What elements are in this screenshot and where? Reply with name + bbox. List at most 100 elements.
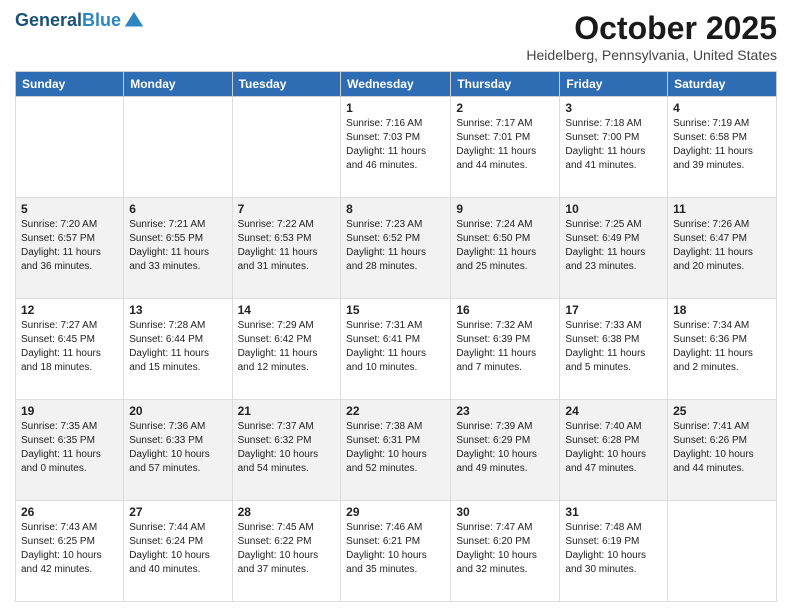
calendar-cell: 15Sunrise: 7:31 AM Sunset: 6:41 PM Dayli…: [341, 299, 451, 400]
logo-icon: [123, 10, 145, 32]
day-number: 22: [346, 404, 445, 418]
day-number: 23: [456, 404, 554, 418]
day-info: Sunrise: 7:27 AM Sunset: 6:45 PM Dayligh…: [21, 319, 118, 375]
calendar-cell: 19 Sunrise: 7:35 AM Sunset: 6:35 PM Dayli…: [16, 400, 124, 501]
calendar-cell: 20Sunrise: 7:36 AM Sunset: 6:33 PM Dayli…: [124, 400, 232, 501]
day-info: Sunrise: 7:40 AM Sunset: 6:28 PM Dayligh…: [565, 420, 662, 476]
weekday-header: Tuesday: [232, 72, 341, 97]
weekday-header: Friday: [560, 72, 668, 97]
logo: GeneralBlue: [15, 10, 145, 32]
calendar-table: SundayMondayTuesdayWednesdayThursdayFrid…: [15, 71, 777, 602]
day-info: Sunrise: 7:21 AM Sunset: 6:55 PM Dayligh…: [129, 218, 226, 274]
day-number: 9: [456, 202, 554, 216]
day-number: 3: [565, 101, 662, 115]
weekday-header: Saturday: [668, 72, 777, 97]
day-number: 8: [346, 202, 445, 216]
day-info: Sunrise: 7:20 AM Sunset: 6:57 PM Dayligh…: [21, 218, 118, 274]
calendar-cell: 14 Sunrise: 7:29 AM Sunset: 6:42 PM Dayli…: [232, 299, 341, 400]
calendar-cell: 2 Sunrise: 7:17 AM Sunset: 7:01 PM Daylig…: [451, 97, 560, 198]
calendar-cell: 29Sunrise: 7:46 AM Sunset: 6:21 PM Dayli…: [341, 501, 451, 602]
calendar-cell: 13Sunrise: 7:28 AM Sunset: 6:44 PM Dayli…: [124, 299, 232, 400]
day-info: Sunrise: 7:48 AM Sunset: 6:19 PM Dayligh…: [565, 521, 662, 577]
calendar-cell: 21 Sunrise: 7:37 AM Sunset: 6:32 PM Dayli…: [232, 400, 341, 501]
calendar-cell: 10 Sunrise: 7:25 AM Sunset: 6:49 PM Dayli…: [560, 198, 668, 299]
day-info: Sunrise: 7:47 AM Sunset: 6:20 PM Dayligh…: [456, 521, 554, 577]
day-number: 6: [129, 202, 226, 216]
header-row: SundayMondayTuesdayWednesdayThursdayFrid…: [16, 72, 777, 97]
calendar-cell: 23Sunrise: 7:39 AM Sunset: 6:29 PM Dayli…: [451, 400, 560, 501]
day-info: Sunrise: 7:34 AM Sunset: 6:36 PM Dayligh…: [673, 319, 771, 375]
calendar-week-row: 12 Sunrise: 7:27 AM Sunset: 6:45 PM Dayli…: [16, 299, 777, 400]
day-number: 21: [238, 404, 336, 418]
calendar-cell: 8 Sunrise: 7:23 AM Sunset: 6:52 PM Daylig…: [341, 198, 451, 299]
day-info: Sunrise: 7:24 AM Sunset: 6:50 PM Dayligh…: [456, 218, 554, 274]
logo-text: GeneralBlue: [15, 11, 121, 31]
day-number: 17: [565, 303, 662, 317]
day-info: Sunrise: 7:35 AM Sunset: 6:35 PM Dayligh…: [21, 420, 118, 476]
day-number: 1: [346, 101, 445, 115]
calendar-cell: 16Sunrise: 7:32 AM Sunset: 6:39 PM Dayli…: [451, 299, 560, 400]
page: GeneralBlue October 2025 Heidelberg, Pen…: [0, 0, 792, 612]
day-number: 7: [238, 202, 336, 216]
day-info: Sunrise: 7:23 AM Sunset: 6:52 PM Dayligh…: [346, 218, 445, 274]
day-info: Sunrise: 7:32 AM Sunset: 6:39 PM Dayligh…: [456, 319, 554, 375]
calendar-cell: 31 Sunrise: 7:48 AM Sunset: 6:19 PM Dayli…: [560, 501, 668, 602]
day-number: 19: [21, 404, 118, 418]
calendar-cell: 11 Sunrise: 7:26 AM Sunset: 6:47 PM Dayli…: [668, 198, 777, 299]
title-block: October 2025 Heidelberg, Pennsylvania, U…: [526, 10, 777, 63]
day-number: 27: [129, 505, 226, 519]
day-info: Sunrise: 7:29 AM Sunset: 6:42 PM Dayligh…: [238, 319, 336, 375]
calendar-week-row: 19 Sunrise: 7:35 AM Sunset: 6:35 PM Dayli…: [16, 400, 777, 501]
day-info: Sunrise: 7:28 AM Sunset: 6:44 PM Dayligh…: [129, 319, 226, 375]
calendar-cell: [668, 501, 777, 602]
day-info: Sunrise: 7:36 AM Sunset: 6:33 PM Dayligh…: [129, 420, 226, 476]
calendar-cell: 4Sunrise: 7:19 AM Sunset: 6:58 PM Daylig…: [668, 97, 777, 198]
day-info: Sunrise: 7:25 AM Sunset: 6:49 PM Dayligh…: [565, 218, 662, 274]
calendar-cell: 22Sunrise: 7:38 AM Sunset: 6:31 PM Dayli…: [341, 400, 451, 501]
day-number: 18: [673, 303, 771, 317]
calendar-cell: 3 Sunrise: 7:18 AM Sunset: 7:00 PM Daylig…: [560, 97, 668, 198]
weekday-header: Wednesday: [341, 72, 451, 97]
day-number: 4: [673, 101, 771, 115]
day-info: Sunrise: 7:43 AM Sunset: 6:25 PM Dayligh…: [21, 521, 118, 577]
calendar-subtitle: Heidelberg, Pennsylvania, United States: [526, 47, 777, 63]
calendar-body: 1 Sunrise: 7:16 AM Sunset: 7:03 PM Daylig…: [16, 97, 777, 602]
calendar-cell: 27Sunrise: 7:44 AM Sunset: 6:24 PM Dayli…: [124, 501, 232, 602]
day-number: 10: [565, 202, 662, 216]
day-info: Sunrise: 7:22 AM Sunset: 6:53 PM Dayligh…: [238, 218, 336, 274]
calendar-cell: 9 Sunrise: 7:24 AM Sunset: 6:50 PM Daylig…: [451, 198, 560, 299]
day-info: Sunrise: 7:37 AM Sunset: 6:32 PM Dayligh…: [238, 420, 336, 476]
day-info: Sunrise: 7:16 AM Sunset: 7:03 PM Dayligh…: [346, 117, 445, 173]
calendar-cell: 6 Sunrise: 7:21 AM Sunset: 6:55 PM Daylig…: [124, 198, 232, 299]
calendar-title: October 2025: [526, 10, 777, 47]
calendar-cell: 17 Sunrise: 7:33 AM Sunset: 6:38 PM Dayli…: [560, 299, 668, 400]
day-number: 2: [456, 101, 554, 115]
calendar-cell: [124, 97, 232, 198]
day-info: Sunrise: 7:33 AM Sunset: 6:38 PM Dayligh…: [565, 319, 662, 375]
day-info: Sunrise: 7:18 AM Sunset: 7:00 PM Dayligh…: [565, 117, 662, 173]
day-number: 30: [456, 505, 554, 519]
calendar-cell: 24Sunrise: 7:40 AM Sunset: 6:28 PM Dayli…: [560, 400, 668, 501]
day-number: 12: [21, 303, 118, 317]
calendar-cell: 25Sunrise: 7:41 AM Sunset: 6:26 PM Dayli…: [668, 400, 777, 501]
weekday-header: Thursday: [451, 72, 560, 97]
day-number: 29: [346, 505, 445, 519]
calendar-cell: 7 Sunrise: 7:22 AM Sunset: 6:53 PM Daylig…: [232, 198, 341, 299]
weekday-header: Sunday: [16, 72, 124, 97]
calendar-cell: 5Sunrise: 7:20 AM Sunset: 6:57 PM Daylig…: [16, 198, 124, 299]
day-info: Sunrise: 7:26 AM Sunset: 6:47 PM Dayligh…: [673, 218, 771, 274]
day-info: Sunrise: 7:31 AM Sunset: 6:41 PM Dayligh…: [346, 319, 445, 375]
calendar-week-row: 1 Sunrise: 7:16 AM Sunset: 7:03 PM Daylig…: [16, 97, 777, 198]
calendar-cell: 28Sunrise: 7:45 AM Sunset: 6:22 PM Dayli…: [232, 501, 341, 602]
day-number: 14: [238, 303, 336, 317]
day-number: 11: [673, 202, 771, 216]
calendar-cell: [232, 97, 341, 198]
day-info: Sunrise: 7:17 AM Sunset: 7:01 PM Dayligh…: [456, 117, 554, 173]
day-info: Sunrise: 7:45 AM Sunset: 6:22 PM Dayligh…: [238, 521, 336, 577]
calendar-cell: 12 Sunrise: 7:27 AM Sunset: 6:45 PM Dayli…: [16, 299, 124, 400]
day-number: 31: [565, 505, 662, 519]
calendar-cell: 1 Sunrise: 7:16 AM Sunset: 7:03 PM Daylig…: [341, 97, 451, 198]
weekday-header: Monday: [124, 72, 232, 97]
calendar-cell: [16, 97, 124, 198]
calendar-cell: 18 Sunrise: 7:34 AM Sunset: 6:36 PM Dayli…: [668, 299, 777, 400]
